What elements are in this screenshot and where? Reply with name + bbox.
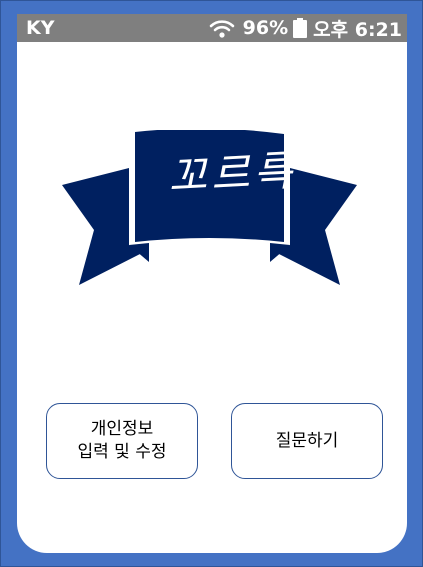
status-indicators: 96% 오후 6:21 [209,17,402,41]
clock: 오후 6:21 [313,18,402,41]
ask-question-button[interactable]: 질문하기 [231,403,383,479]
logo-text: 꼬르륵 [166,145,298,202]
profile-edit-label-line1: 개인정보 [90,419,154,439]
app-screen: 꼬르륵 개인정보 입력 및 수정 질문하기 [17,42,407,553]
battery-percent: 96% [242,17,289,39]
profile-edit-label-line2: 입력 및 수정 [77,442,167,462]
profile-edit-button[interactable]: 개인정보 입력 및 수정 [46,403,198,479]
wifi-icon [209,18,235,38]
battery-icon [293,18,308,38]
ask-question-label: 질문하기 [275,430,339,451]
status-bar: KY 96% 오후 6:21 [17,14,407,42]
carrier-label: KY [26,17,55,39]
app-logo: 꼬르륵 [62,128,357,290]
